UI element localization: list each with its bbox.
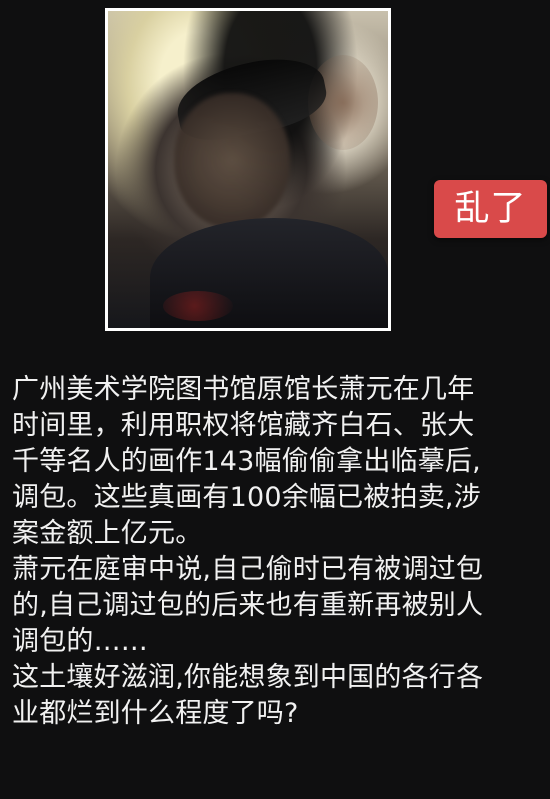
text-line: 萧元在庭审中说,自己偷时已有被调过包: [12, 554, 484, 585]
news-text: 广州美术学院图书馆原馆长萧元在几年 时间里，利用职权将馆藏齐白石、张大 千等名人…: [12, 372, 544, 732]
text-line: 的,自己调过包的后来也有重新再被别人: [12, 590, 484, 621]
text-line: 这土壤好滋润,你能想象到中国的各行各: [12, 662, 484, 693]
text-line: 千等名人的画作143幅偷偷拿出临摹后,: [12, 446, 481, 477]
text-line: 调包的……: [12, 626, 148, 657]
status-badge: 乱了: [434, 180, 547, 238]
text-line: 案金额上亿元。: [12, 518, 203, 549]
face-blur-shape: [174, 93, 290, 228]
text-line: 调包。这些真画有100余幅已被拍卖,涉: [12, 482, 481, 513]
text-line: 时间里，利用职权将馆藏齐白石、张大: [12, 410, 475, 441]
shirt-print-shape: [163, 291, 233, 321]
news-photo-frame: [105, 8, 391, 331]
text-line: 业都烂到什么程度了吗?: [12, 698, 299, 729]
text-line: 广州美术学院图书馆原馆长萧元在几年: [12, 374, 475, 405]
